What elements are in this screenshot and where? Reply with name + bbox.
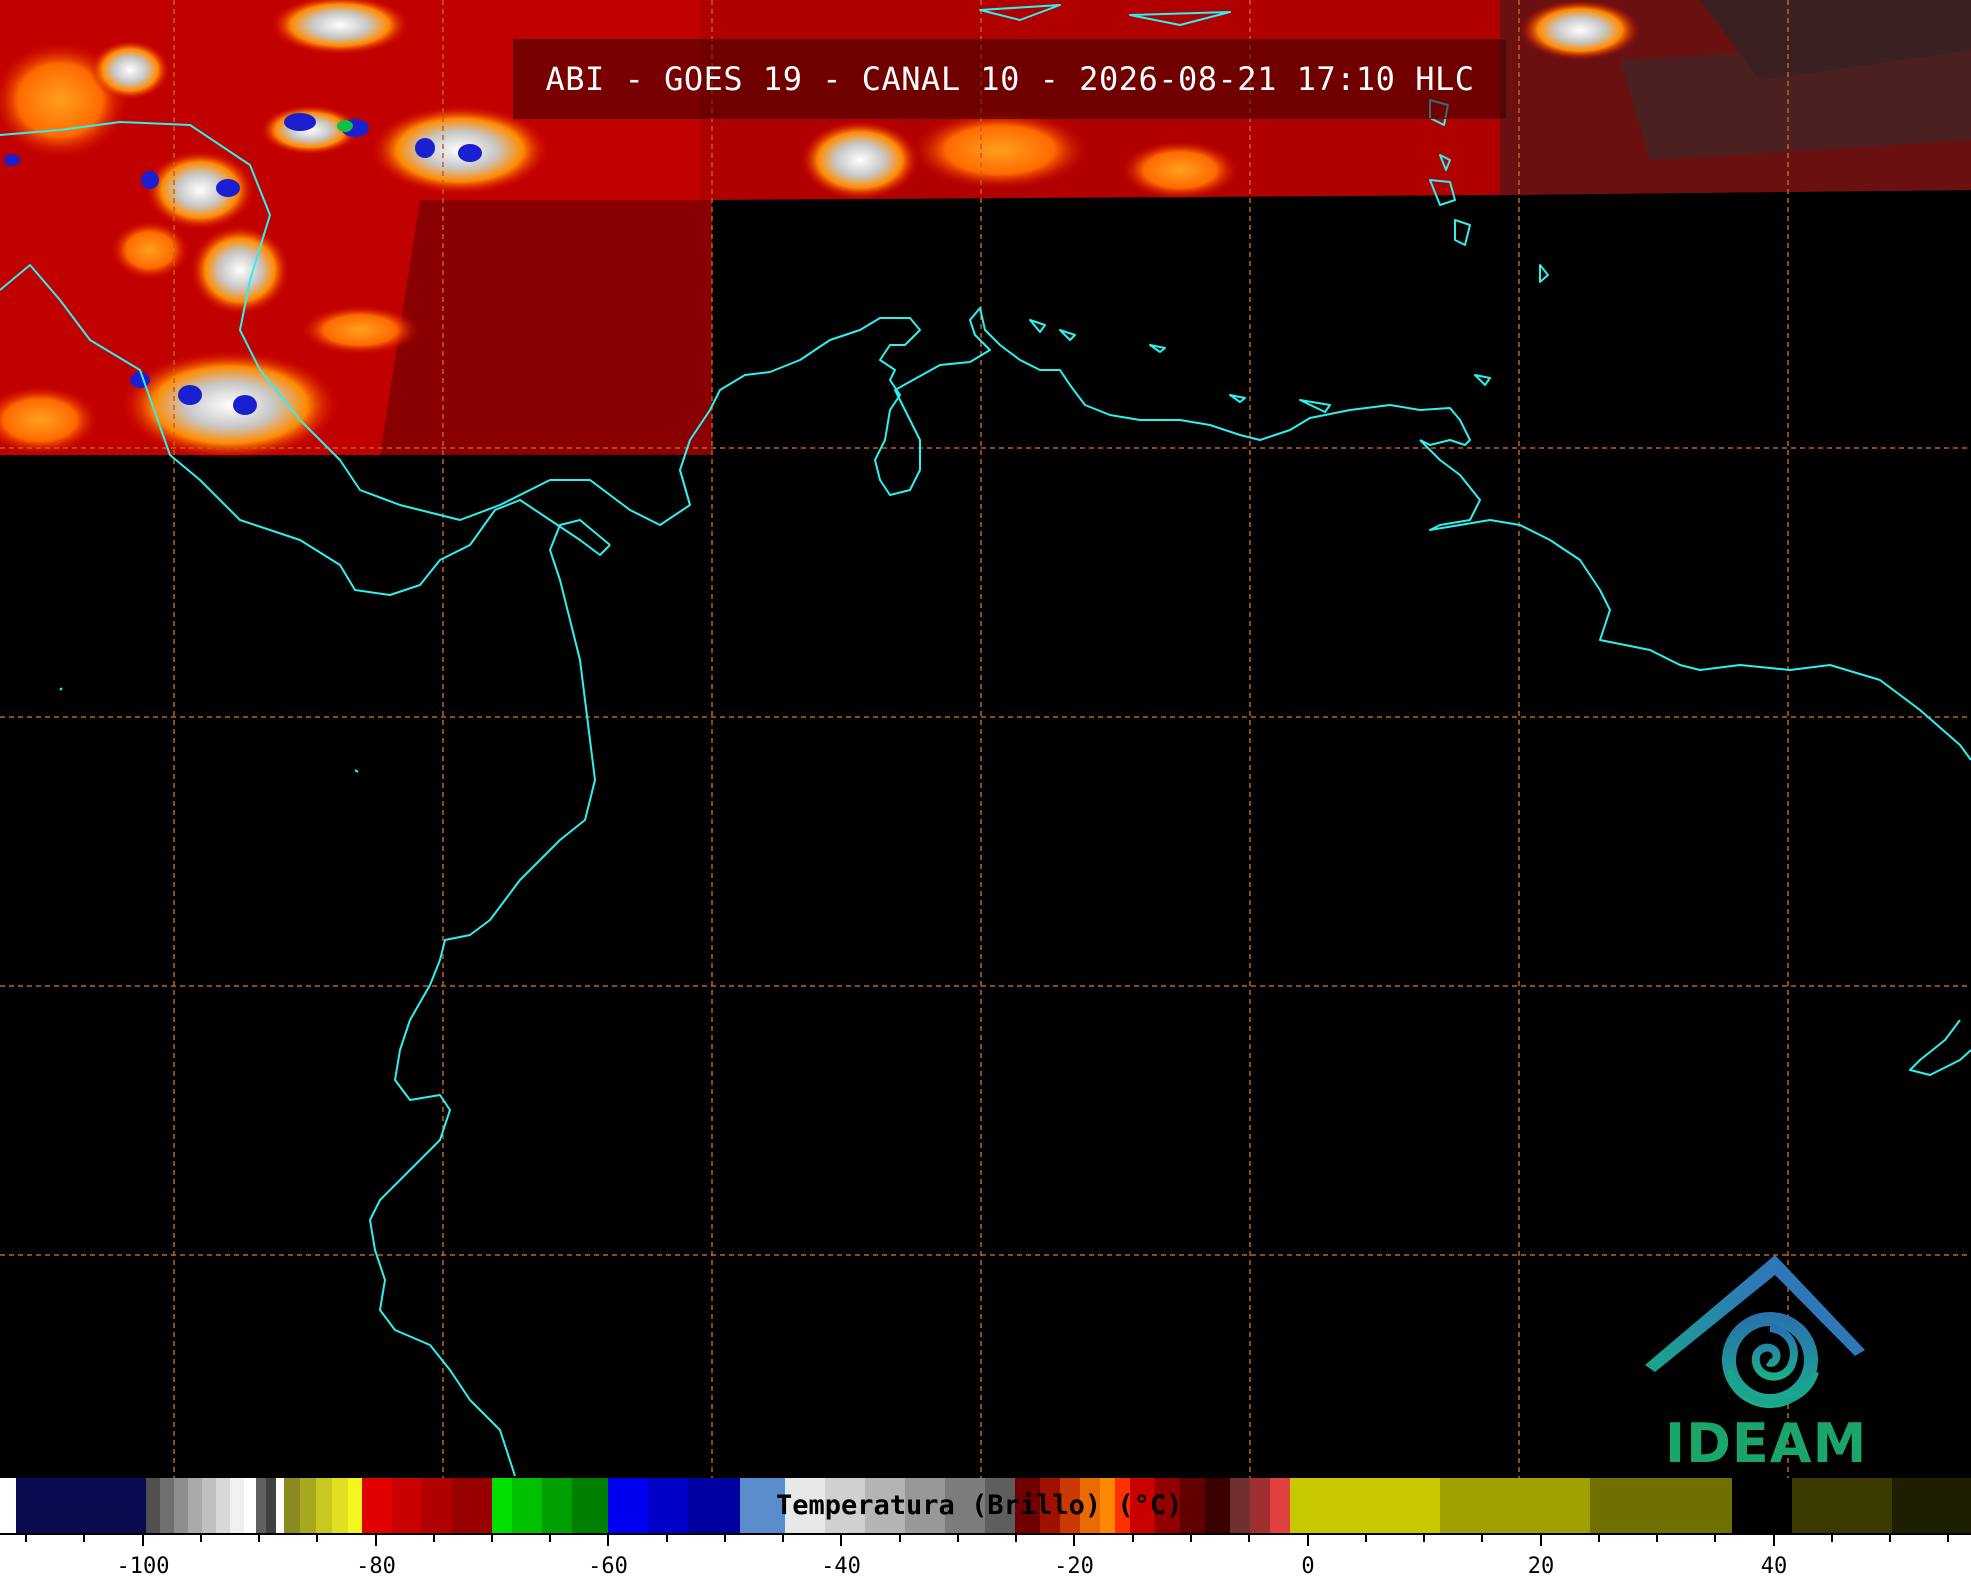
map-title: ABI - GOES 19 - CANAL 10 - 2026-08-21 17… (545, 60, 1475, 98)
ideam-logo-text: IDEAM (1665, 1412, 1868, 1475)
colorbar-tick-label: -80 (356, 1554, 396, 1577)
colorbar-tick-label: -20 (1054, 1554, 1094, 1577)
colorbar-tick-label: -40 (821, 1554, 861, 1577)
colorbar-tick-label: 40 (1761, 1554, 1788, 1577)
colorbar-tick-label: -60 (588, 1554, 628, 1577)
colorbar-tick-label: -100 (117, 1554, 170, 1577)
title-banner: ABI - GOES 19 - CANAL 10 - 2026-08-21 17… (513, 39, 1507, 119)
colorbar-tick-label: 0 (1301, 1554, 1314, 1577)
colorbar-tick-label: 20 (1528, 1554, 1555, 1577)
colorbar-label: Temperatura (Brillo) (°C) (776, 1490, 1183, 1521)
